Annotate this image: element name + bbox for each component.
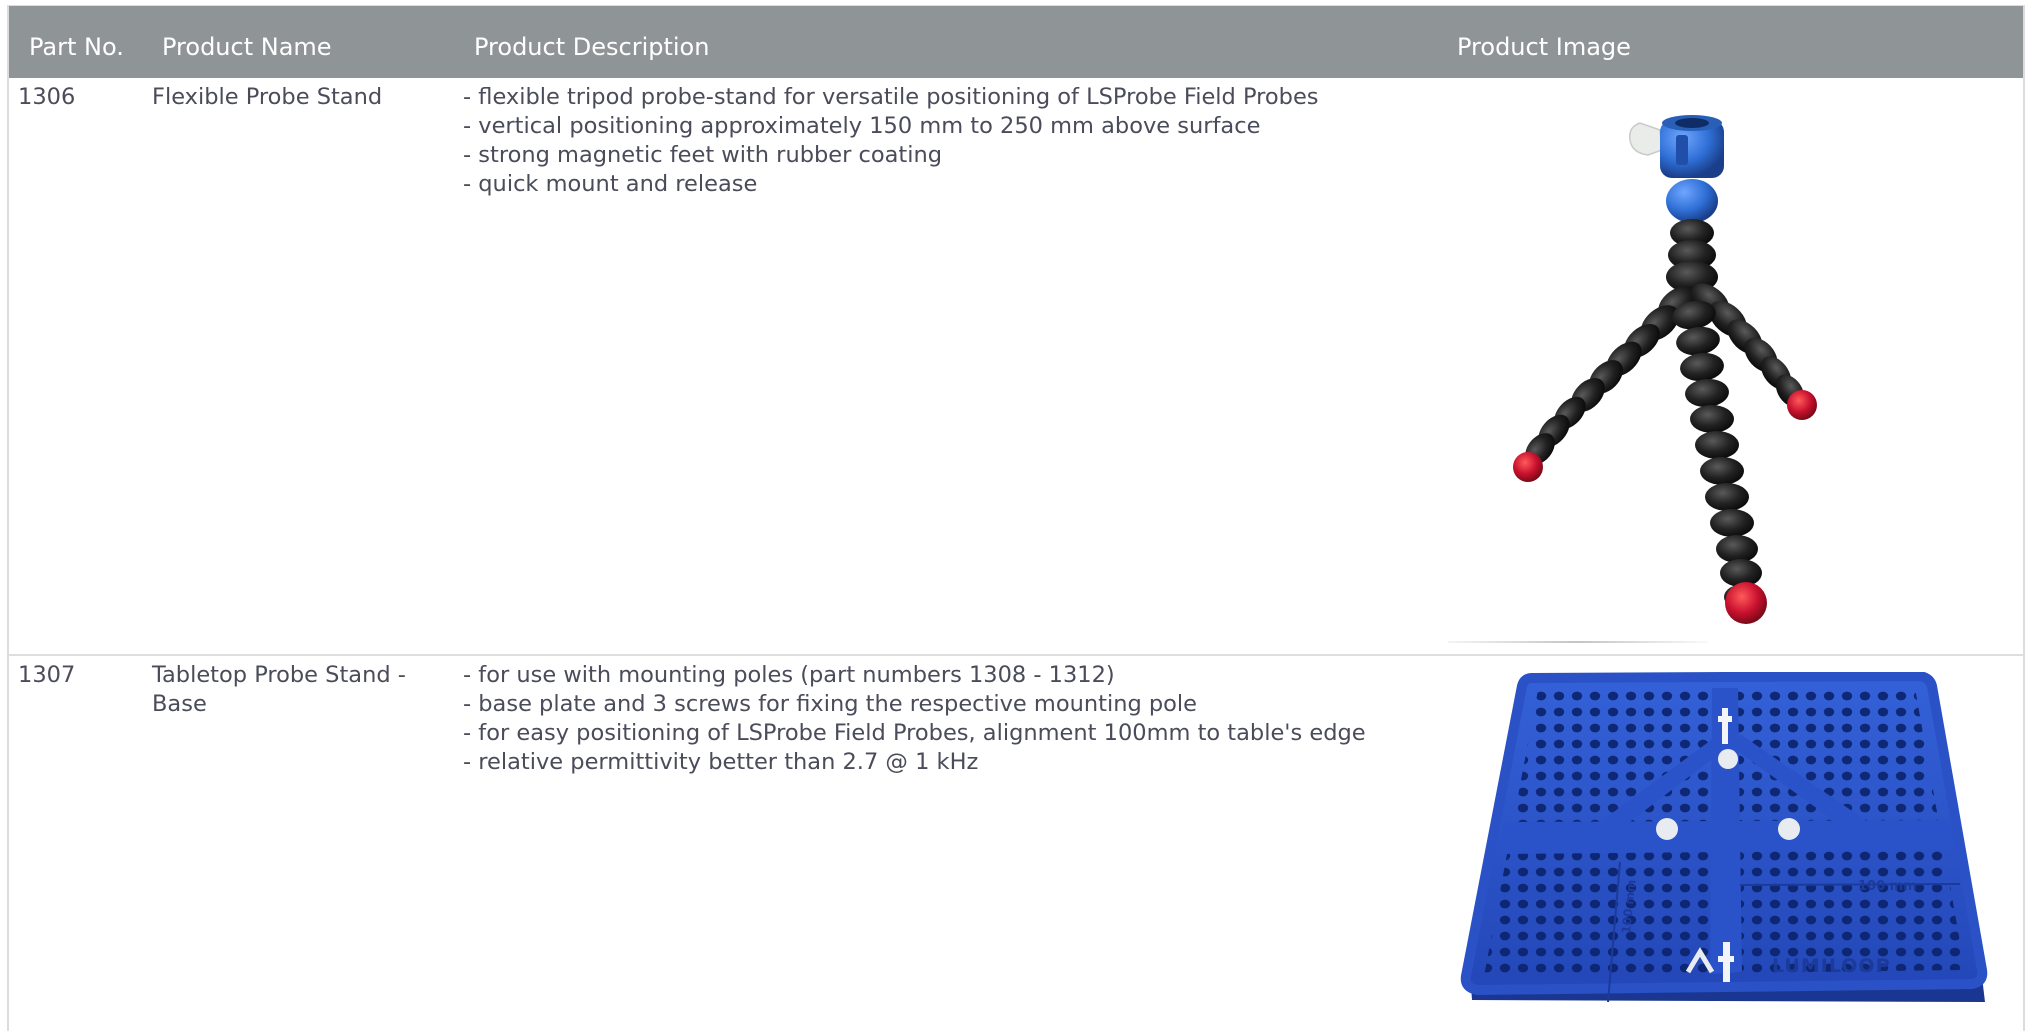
description-line: - strong magnetic feet with rubber coati… (463, 142, 943, 168)
header-part-no: Part No. (29, 33, 124, 61)
description-line: - for easy positioning of LSProbe Field … (463, 720, 1366, 746)
product-name-line: Tabletop Probe Stand - (152, 662, 406, 688)
image-shadow (1448, 641, 1708, 643)
product-name-line: Base (152, 691, 207, 717)
table-header: Part No. Product Name Product Descriptio… (9, 6, 2023, 78)
description-line: - vertical positioning approximately 150… (463, 113, 1261, 139)
description-line: - base plate and 3 screws for fixing the… (463, 691, 1198, 717)
product-name: Tabletop Probe Stand - Base (152, 661, 406, 719)
description-line: - quick mount and release (463, 171, 758, 197)
brand-logo: LUMILOOP (1772, 955, 1891, 977)
header-product-image: Product Image (1457, 33, 1631, 61)
description-line: - for use with mounting poles (part numb… (463, 662, 1115, 688)
description-line: - flexible tripod probe-stand for versat… (463, 84, 1319, 110)
dimension-label-horizontal: 100 mm (1858, 879, 1917, 894)
header-product-description: Product Description (474, 33, 710, 61)
flexible-tripod-image (1513, 115, 1817, 624)
product-name: Flexible Probe Stand (152, 84, 383, 110)
row-divider (9, 654, 2023, 656)
product-description: - flexible tripod probe-stand for versat… (463, 83, 1319, 199)
part-number: 1307 (18, 662, 76, 688)
part-number: 1306 (18, 84, 76, 110)
product-description: - for use with mounting poles (part numb… (463, 661, 1366, 777)
blue-base-plate-image: 100 mm 100 mm LUMILOOP (1460, 672, 1988, 1003)
header-product-name: Product Name (162, 33, 332, 61)
description-line: - relative permittivity better than 2.7 … (463, 749, 979, 775)
